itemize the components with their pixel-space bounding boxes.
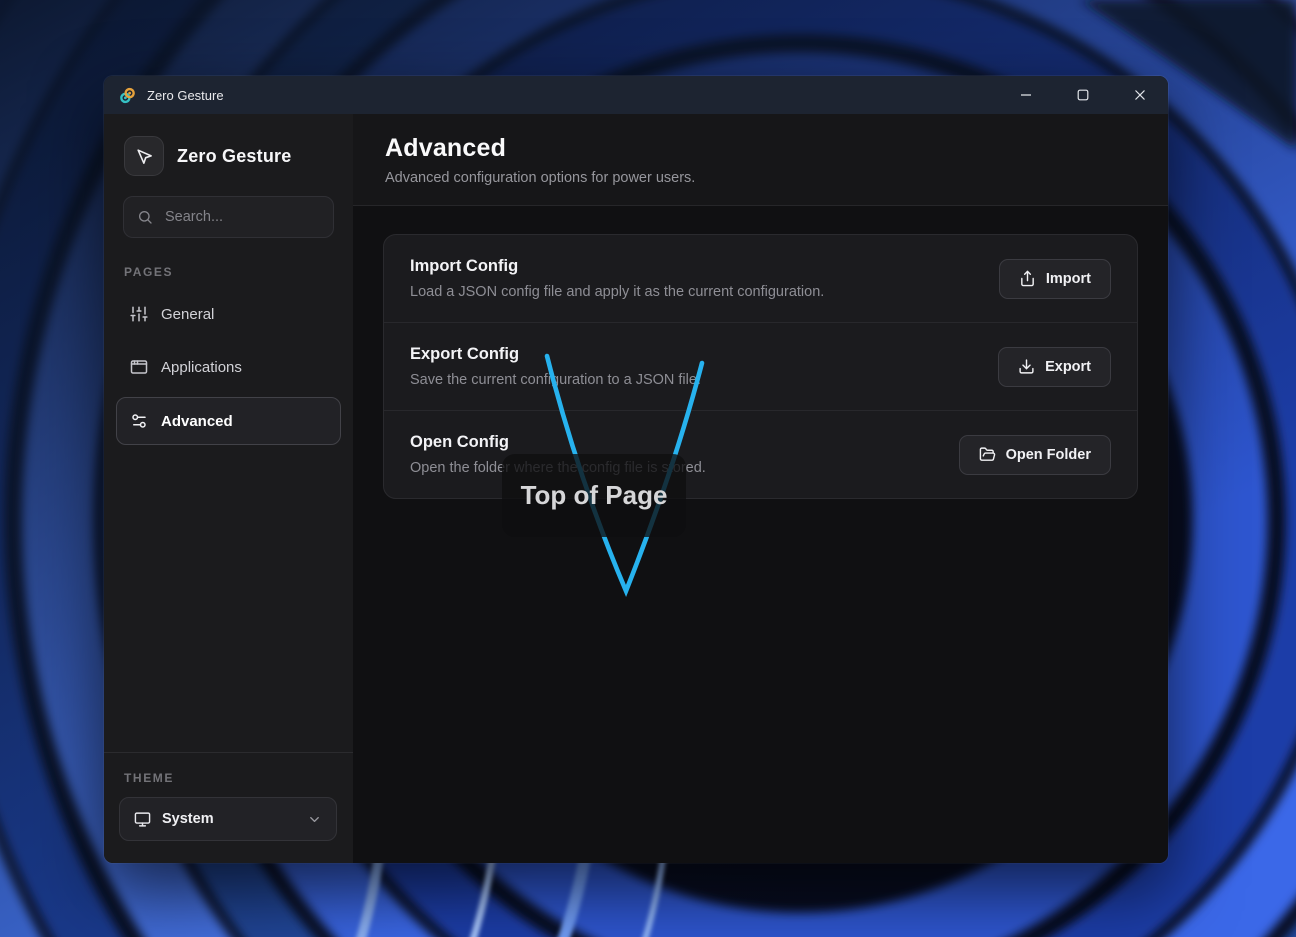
theme-section-label: THEME [124,771,333,785]
setting-description: Save the current configuration to a JSON… [410,372,701,388]
page-subtitle: Advanced configuration options for power… [385,170,1136,186]
search-input[interactable] [163,208,320,226]
page-title: Advanced [385,134,1136,163]
setting-description: Load a JSON config file and apply it as … [410,284,824,300]
setting-row-export: Export Config Save the current configura… [384,322,1137,410]
setting-row-open-config: Open Config Open the folder where the co… [384,410,1137,498]
cursor-pointer-icon [124,136,164,176]
upload-icon [1019,270,1036,287]
setting-row-import: Import Config Load a JSON config file an… [384,235,1137,322]
settings-card: Import Config Load a JSON config file an… [383,234,1138,499]
theme-selector[interactable]: System [119,797,337,841]
window-controls [997,76,1168,114]
monitor-icon [134,811,151,828]
nav-label: General [161,306,214,323]
page-header: Advanced Advanced configuration options … [353,114,1168,206]
chevron-down-icon [307,812,322,827]
brand-name: Zero Gesture [177,146,291,167]
page-content: Import Config Load a JSON config file an… [353,206,1168,863]
sidebar-spacer [104,445,353,752]
titlebar[interactable]: Zero Gesture [104,76,1168,114]
button-label: Export [1045,359,1091,375]
sidebar-nav: General Applications [116,291,341,445]
setting-title: Export Config [410,345,701,364]
app-window-icon [130,358,148,376]
desktop: Zero Gesture [0,0,1296,937]
nav-label: Applications [161,359,242,376]
sidebar-item-applications[interactable]: Applications [116,344,341,390]
maximize-button[interactable] [1054,76,1111,114]
close-button[interactable] [1111,76,1168,114]
nav-label: Advanced [161,413,233,430]
sliders-icon [130,305,148,323]
folder-open-icon [979,446,996,463]
export-button[interactable]: Export [998,347,1111,387]
sidebar-divider [104,752,353,753]
app-window: Zero Gesture [104,76,1168,863]
settings-toggles-icon [130,412,148,430]
setting-title: Open Config [410,433,706,452]
sidebar-item-advanced[interactable]: Advanced [116,397,341,445]
import-button[interactable]: Import [999,259,1111,299]
minimize-button[interactable] [997,76,1054,114]
sidebar-item-general[interactable]: General [116,291,341,337]
button-label: Import [1046,271,1091,287]
setting-title: Import Config [410,257,824,276]
button-label: Open Folder [1006,447,1091,463]
app-logo-icon [118,86,137,105]
setting-description: Open the folder where the config file is… [410,460,706,476]
brand: Zero Gesture [124,136,333,176]
search-icon [137,209,153,225]
pages-section-label: PAGES [124,265,333,279]
window-title: Zero Gesture [147,88,224,103]
open-folder-button[interactable]: Open Folder [959,435,1111,475]
download-icon [1018,358,1035,375]
main-content: Advanced Advanced configuration options … [353,114,1168,863]
theme-value: System [162,811,214,827]
search-box[interactable] [123,196,334,238]
sidebar: Zero Gesture PAGES [104,114,353,863]
